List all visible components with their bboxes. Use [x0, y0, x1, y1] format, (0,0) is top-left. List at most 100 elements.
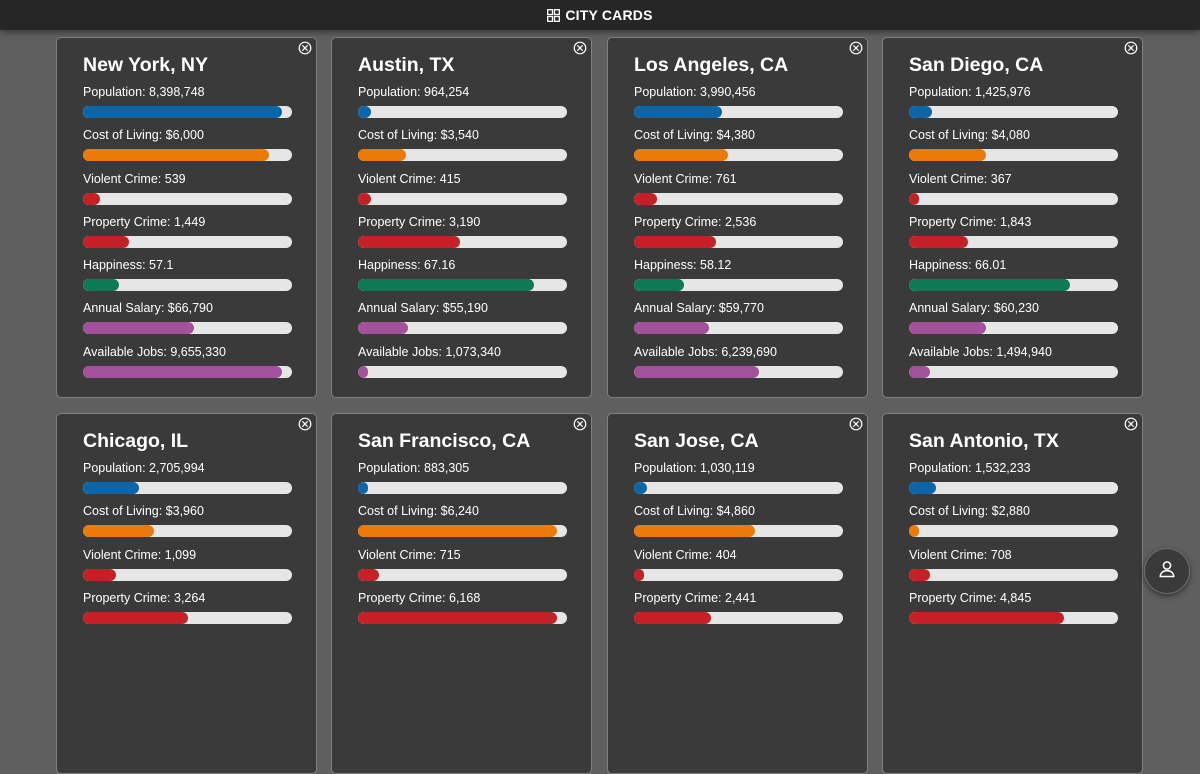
stat-bar-fill	[83, 611, 188, 624]
stat-bar-track	[909, 149, 1118, 162]
stat-bar-track	[358, 192, 567, 205]
close-card-button[interactable]	[573, 41, 587, 55]
stat-list: Population: 2,705,994 Cost of Living: $3,…	[83, 461, 292, 634]
stat-bar-track	[83, 525, 292, 538]
stat-row: Population: 964,254	[358, 85, 567, 128]
stat-row: Happiness: 58.12	[634, 258, 843, 301]
stat-bar-track	[358, 235, 567, 248]
city-card: New York, NY Population: 8,398,748 Cost of…	[56, 37, 317, 398]
stat-row: Cost of Living: $4,380	[634, 128, 843, 171]
stat-label: Population: 1,030,119	[634, 461, 755, 475]
stat-bar-fill	[358, 568, 379, 581]
city-card: Chicago, IL Population: 2,705,994 Cost of …	[56, 413, 317, 774]
stat-bar-track	[634, 482, 843, 494]
stat-bar-fill	[634, 235, 716, 248]
top-bar: CITY CARDS	[0, 0, 1200, 30]
stat-row: Violent Crime: 404	[634, 548, 843, 591]
stat-label: Property Crime: 2,536	[634, 214, 757, 229]
stat-row: Violent Crime: 1,099	[83, 548, 292, 591]
stat-list: Population: 1,425,976 Cost of Living: $4,…	[909, 85, 1118, 388]
stat-label: Happiness: 66.01	[909, 258, 1007, 273]
stat-bar-fill	[634, 279, 685, 292]
stat-bar-track	[909, 106, 1118, 118]
close-card-button[interactable]	[298, 41, 312, 55]
stat-label: Cost of Living: $2,880	[909, 504, 1030, 519]
stat-bar-track	[634, 365, 843, 378]
city-name: Los Angeles, CA	[634, 54, 789, 76]
stat-bar-track	[358, 365, 567, 378]
stat-bar-track	[358, 322, 567, 335]
stat-bar-fill	[634, 149, 729, 162]
close-card-button[interactable]	[298, 417, 312, 431]
stat-bar-track	[83, 192, 292, 205]
stat-bar-track	[83, 279, 292, 292]
close-icon	[298, 417, 312, 431]
stat-label: Available Jobs: 6,239,690	[634, 344, 777, 359]
stat-row: Available Jobs: 9,655,330	[83, 345, 292, 388]
stat-list: Population: 883,305 Cost of Living: $6,24…	[358, 461, 567, 634]
stat-row: Available Jobs: 6,239,690	[634, 345, 843, 388]
close-card-button[interactable]	[849, 417, 863, 431]
stat-row: Cost of Living: $6,240	[358, 504, 567, 547]
stat-bar-track	[83, 611, 292, 624]
stat-bar-fill	[83, 482, 140, 494]
stat-bar-fill	[83, 365, 282, 378]
stat-row: Violent Crime: 761	[634, 172, 843, 215]
stat-row: Available Jobs: 1,494,940	[909, 345, 1118, 388]
stat-bar-fill	[634, 192, 657, 205]
stat-label: Available Jobs: 1,494,940	[909, 344, 1052, 359]
stat-label: Property Crime: 1,449	[83, 214, 206, 229]
stat-label: Annual Salary: $60,230	[909, 301, 1039, 316]
stat-row: Population: 2,705,994	[83, 461, 292, 504]
city-name: Austin, TX	[358, 54, 455, 76]
stat-bar-fill	[358, 611, 557, 624]
stat-row: Cost of Living: $6,000	[83, 128, 292, 171]
stat-label: Population: 883,305	[358, 461, 470, 475]
stat-row: Happiness: 66.01	[909, 258, 1118, 301]
stat-list: Population: 1,030,119 Cost of Living: $4,…	[634, 461, 843, 634]
stat-label: Violent Crime: 415	[358, 171, 461, 186]
close-card-button[interactable]	[849, 41, 863, 55]
stat-bar-track	[83, 149, 292, 162]
city-name: San Jose, CA	[634, 430, 759, 452]
stat-label: Violent Crime: 404	[634, 547, 737, 562]
stat-bar-track	[83, 322, 292, 335]
stat-bar-fill	[909, 106, 932, 118]
stat-row: Population: 3,990,456	[634, 85, 843, 128]
close-card-button[interactable]	[1124, 41, 1138, 55]
user-icon	[1157, 559, 1177, 584]
user-profile-button[interactable]	[1144, 548, 1190, 594]
stat-bar-track	[909, 482, 1118, 494]
stat-bar-fill	[634, 106, 722, 118]
stat-bar-fill	[909, 235, 968, 248]
stat-bar-track	[909, 235, 1118, 248]
close-icon	[849, 41, 863, 55]
stat-list: Population: 8,398,748 Cost of Living: $6,…	[83, 85, 292, 388]
stat-bar-fill	[83, 568, 117, 581]
stat-row: Population: 8,398,748	[83, 85, 292, 128]
stat-label: Available Jobs: 1,073,340	[358, 344, 501, 359]
stat-label: Happiness: 67.16	[358, 258, 456, 273]
stat-label: Population: 964,254	[358, 85, 470, 99]
stat-row: Violent Crime: 715	[358, 548, 567, 591]
stat-bar-track	[358, 149, 567, 162]
stat-bar-track	[909, 568, 1118, 581]
stat-bar-track	[634, 611, 843, 624]
stat-bar-fill	[634, 482, 647, 494]
close-card-button[interactable]	[1124, 417, 1138, 431]
stat-label: Violent Crime: 715	[358, 547, 461, 562]
stat-bar-fill	[909, 365, 930, 378]
stat-bar-track	[909, 279, 1118, 292]
stat-bar-fill	[358, 525, 557, 538]
city-card: San Jose, CA Population: 1,030,119 Cost of…	[607, 413, 868, 774]
stat-row: Violent Crime: 367	[909, 172, 1118, 215]
stat-bar-track	[634, 106, 843, 118]
stat-row: Property Crime: 3,264	[83, 591, 292, 634]
stat-bar-fill	[909, 525, 920, 538]
stat-bar-track	[634, 525, 843, 538]
stat-label: Happiness: 58.12	[634, 258, 732, 273]
close-card-button[interactable]	[573, 417, 587, 431]
app-title: CITY CARDS	[565, 7, 653, 23]
stat-label: Annual Salary: $55,190	[358, 301, 488, 316]
stat-row: Cost of Living: $2,880	[909, 504, 1118, 547]
